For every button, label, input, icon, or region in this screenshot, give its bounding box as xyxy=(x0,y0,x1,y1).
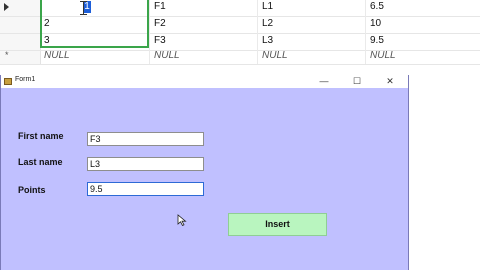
current-row-icon xyxy=(4,3,9,11)
maximize-button[interactable]: ☐ xyxy=(344,75,370,88)
cell-id[interactable]: 2 xyxy=(40,16,150,33)
cell-points[interactable]: NULL xyxy=(366,48,480,64)
new-table-row[interactable]: * NULL NULL NULL NULL xyxy=(0,48,480,65)
cell-last-name[interactable]: NULL xyxy=(258,48,366,64)
table-row[interactable]: 1 F1 L1 6.5 xyxy=(0,0,480,17)
title-bar[interactable]: Form1 — ☐ ✕ xyxy=(1,75,408,88)
cell-id[interactable]: 1 xyxy=(40,0,150,16)
data-grid: 1 F1 L1 6.5 2 F2 L2 10 3 F3 L3 9.5 * NUL… xyxy=(0,0,480,65)
row-header[interactable] xyxy=(0,16,40,33)
last-name-field[interactable] xyxy=(87,157,204,171)
form-window: Form1 — ☐ ✕ First name Last name Points … xyxy=(0,75,409,270)
minimize-button[interactable]: — xyxy=(311,75,337,88)
close-button[interactable]: ✕ xyxy=(377,75,403,88)
cell-first-name[interactable]: F2 xyxy=(150,16,258,33)
cell-id[interactable]: NULL xyxy=(40,48,150,64)
mouse-pointer-icon xyxy=(177,214,187,226)
new-row-icon: * xyxy=(5,50,9,60)
first-name-label: First name xyxy=(18,131,64,141)
cell-points[interactable]: 10 xyxy=(366,16,480,33)
window-title: Form1 xyxy=(15,76,36,83)
table-row[interactable]: 2 F2 L2 10 xyxy=(0,16,480,34)
insert-button[interactable]: Insert xyxy=(228,213,327,236)
cell-first-name[interactable]: NULL xyxy=(150,48,258,64)
points-label: Points xyxy=(18,185,46,195)
points-field[interactable] xyxy=(87,182,204,196)
row-header[interactable]: * xyxy=(0,48,40,64)
app-icon xyxy=(4,78,12,85)
row-header[interactable] xyxy=(0,0,40,16)
cell-points[interactable]: 6.5 xyxy=(366,0,480,16)
first-name-field[interactable] xyxy=(87,132,204,146)
cell-last-name[interactable]: L2 xyxy=(258,16,366,33)
cell-last-name[interactable]: L1 xyxy=(258,0,366,16)
cell-first-name[interactable]: F1 xyxy=(150,0,258,16)
text-cursor-icon xyxy=(80,1,88,15)
last-name-label: Last name xyxy=(18,157,63,167)
